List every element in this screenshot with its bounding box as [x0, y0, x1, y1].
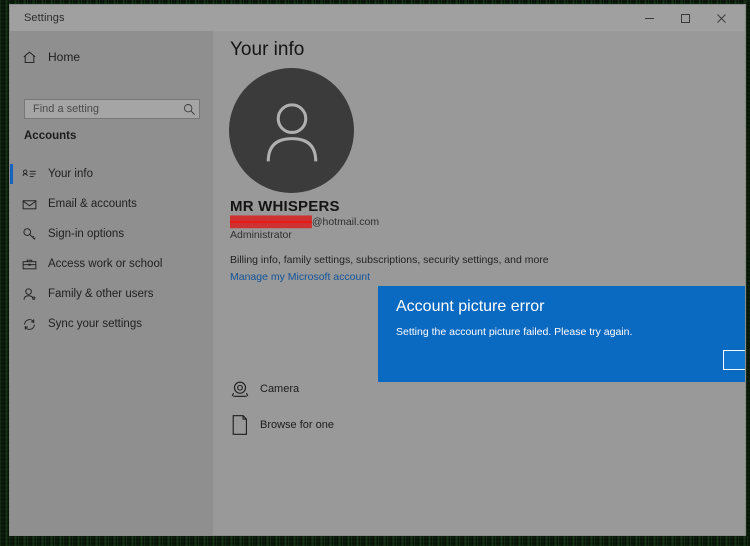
sidebar-item-label: Sign-in options [48, 228, 125, 240]
envelope-icon [10, 197, 48, 212]
minimize-button[interactable] [631, 5, 667, 31]
email-domain: @hotmail.com [311, 216, 380, 228]
person-avatar-icon [266, 102, 317, 161]
sidebar-item-label: Sync your settings [48, 318, 142, 330]
sidebar-item-label: Family & other users [48, 288, 154, 300]
camera-icon [230, 379, 260, 399]
briefcase-icon [10, 257, 48, 272]
sidebar-item-label: Your info [48, 168, 93, 180]
sidebar-item-label: Access work or school [48, 258, 163, 270]
search-icon [179, 103, 199, 116]
close-icon [716, 13, 726, 23]
title-bar: Settings [10, 5, 745, 31]
sidebar-item-label: Email & accounts [48, 198, 137, 210]
desktop-backdrop: Settings Home Find a setting Accounts Yo… [0, 0, 750, 546]
sidebar-item-email-accounts[interactable]: Email & accounts [10, 189, 213, 219]
search-box[interactable] [24, 99, 200, 119]
billing-info-text: Billing info, family settings, subscript… [230, 254, 549, 266]
content-pane: Your info MR WHISPERS ███████████@hotmai… [213, 31, 745, 535]
person-icon [10, 287, 48, 302]
account-picture-error-dialog: Account picture error Setting the accoun… [378, 286, 745, 382]
sidebar: Home Accounts [10, 31, 213, 535]
selection-indicator [10, 164, 13, 184]
maximize-icon [680, 13, 690, 23]
sidebar-item-sync-your-settings[interactable]: Sync your settings [10, 309, 213, 339]
selection-indicator [10, 314, 13, 334]
selection-indicator [10, 194, 13, 214]
sync-icon [10, 317, 48, 332]
selection-indicator [10, 254, 13, 274]
account-role: Administrator [230, 229, 292, 241]
email-redaction: ███████████ [230, 216, 312, 228]
sidebar-section-header: Accounts [24, 130, 77, 142]
sidebar-item-home[interactable]: Home [10, 43, 213, 71]
picture-option-label: Browse for one [260, 419, 334, 431]
sidebar-item-your-info[interactable]: Your info [10, 159, 213, 189]
screen-noise-right [746, 0, 750, 546]
maximize-button[interactable] [667, 5, 703, 31]
sidebar-item-access-work-or-school[interactable]: Access work or school [10, 249, 213, 279]
dialog-title: Account picture error [396, 298, 545, 315]
close-button[interactable] [703, 5, 739, 31]
manage-microsoft-account-link[interactable]: Manage my Microsoft account [230, 271, 370, 283]
screen-noise-bottom [0, 536, 750, 546]
sidebar-nav-list: Your info Email & accounts Sign-in optio… [10, 159, 213, 339]
key-icon [10, 227, 48, 242]
home-icon [10, 50, 48, 65]
window-title: Settings [24, 12, 65, 24]
ok-button[interactable]: OK [723, 350, 745, 370]
account-email: ███████████@hotmail.com [230, 216, 379, 228]
account-name: MR WHISPERS [230, 198, 340, 215]
avatar[interactable] [229, 68, 354, 193]
contact-card-icon [10, 167, 48, 182]
screen-noise-left [0, 0, 9, 546]
picture-option-browse[interactable]: Browse for one [230, 412, 334, 438]
folder-file-icon [230, 414, 260, 436]
settings-window: Settings Home Find a setting Accounts Yo… [9, 4, 746, 536]
search-input[interactable] [25, 100, 179, 118]
selection-indicator [10, 224, 13, 244]
selection-indicator [10, 284, 13, 304]
sidebar-item-sign-in-options[interactable]: Sign-in options [10, 219, 213, 249]
page-title: Your info [230, 39, 305, 60]
sidebar-item-family-other-users[interactable]: Family & other users [10, 279, 213, 309]
picture-option-camera[interactable]: Camera [230, 376, 299, 402]
sidebar-home-label: Home [48, 50, 81, 64]
picture-option-label: Camera [260, 383, 300, 395]
dialog-message: Setting the account picture failed. Plea… [396, 326, 633, 338]
minimize-icon [644, 17, 654, 19]
